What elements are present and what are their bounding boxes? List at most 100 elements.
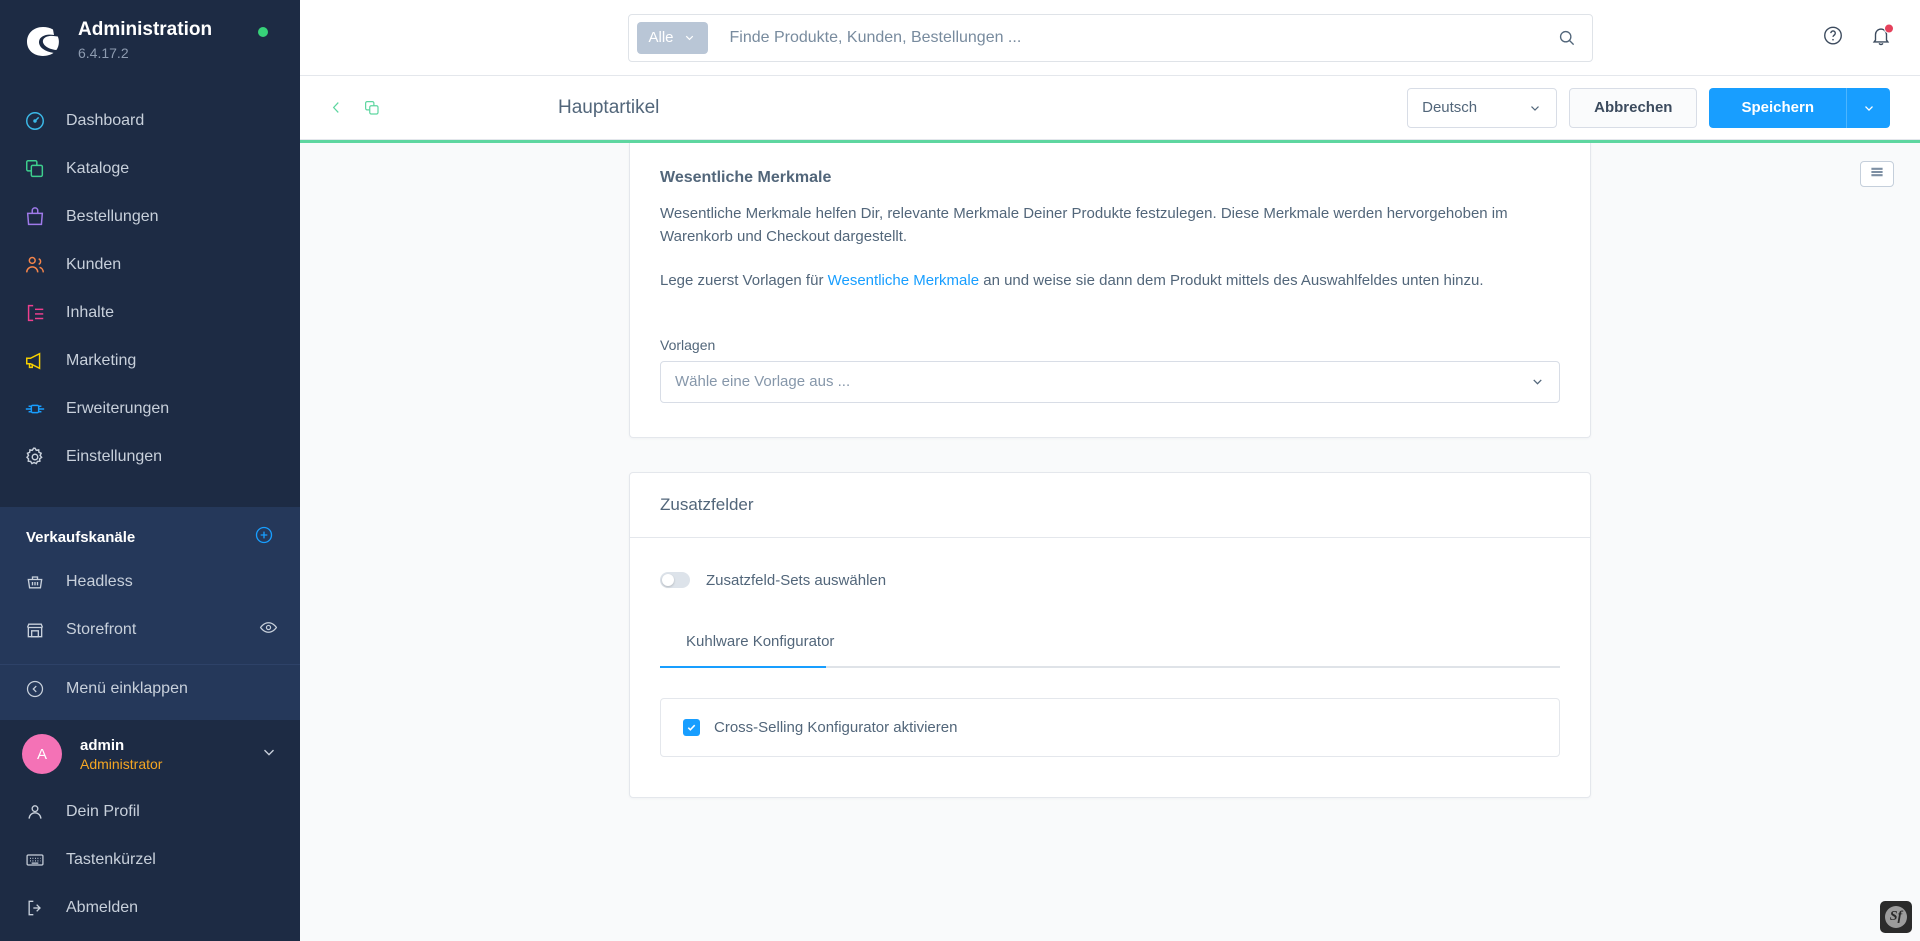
sidebar-item-profile[interactable]: Dein Profil [0, 788, 300, 836]
chevron-down-icon [685, 35, 693, 41]
essential-card-paragraph-1: Wesentliche Merkmale helfen Dir, relevan… [660, 205, 1508, 245]
sidebar-collapse-menu[interactable]: Menü einklappen [0, 665, 300, 713]
catalog-icon [22, 156, 48, 182]
chevron-down-icon [1864, 105, 1873, 111]
brand-title: Administration [78, 19, 213, 40]
plus-circle-icon[interactable] [254, 525, 274, 550]
custom-fields-title: Zusatzfelder [660, 494, 754, 514]
keyboard-icon [22, 847, 48, 873]
page-content: Wesentliche Merkmale Wesentliche Merkmal… [300, 143, 1920, 941]
sidebar-item-marketing[interactable]: Marketing [0, 337, 300, 385]
tab-kuhlware-konfigurator[interactable]: Kuhlware Konfigurator [660, 633, 860, 666]
cancel-button[interactable]: Abbrechen [1569, 87, 1698, 128]
logout-icon [22, 895, 48, 921]
sidebar-item-storefront[interactable]: Storefront [0, 606, 300, 654]
sidebar-nav: Dashboard Kataloge Bestellungen Kunden I… [0, 77, 300, 481]
list-icon [1869, 165, 1885, 183]
templates-field-label: Vorlagen [660, 336, 716, 353]
sidebar-item-kunden[interactable]: Kunden [0, 241, 300, 289]
page-header-nav [328, 99, 381, 117]
language-select-value: Deutsch [1422, 99, 1478, 116]
custom-field-sets-row: Zusatzfeld-Sets auswählen [660, 572, 1560, 589]
custom-fields-body: Zusatzfeld-Sets auswählen Kuhlware Konfi… [630, 538, 1590, 797]
search-icon[interactable] [1549, 28, 1584, 47]
eye-icon[interactable] [259, 618, 278, 642]
gear-icon [22, 444, 48, 470]
sidebar-item-dashboard[interactable]: Dashboard [0, 97, 300, 145]
notification-badge [1884, 23, 1894, 33]
sidebar-item-label: Inhalte [66, 304, 115, 322]
sidebar-item-erweiterungen[interactable]: Erweiterungen [0, 385, 300, 433]
templates-field: Vorlagen Wähle eine Vorlage aus ... [660, 337, 1560, 403]
chevron-down-icon[interactable] [260, 743, 278, 766]
search-box[interactable]: Alle [627, 13, 1593, 62]
help-circle-icon[interactable] [1822, 24, 1844, 51]
essential-characteristics-card: Wesentliche Merkmale Wesentliche Merkmal… [629, 143, 1591, 438]
search-scope-label: Alle [648, 29, 674, 46]
sidebar-item-headless[interactable]: Headless [0, 558, 300, 606]
save-options-button[interactable] [1846, 87, 1890, 128]
brand-version: 6.4.17.2 [78, 44, 129, 61]
page-header: Hauptartikel Deutsch Abbrechen Speichern [300, 76, 1920, 140]
sidebar-item-label: Headless [66, 573, 133, 591]
side-panel-toggle[interactable] [1860, 161, 1894, 187]
sidebar-item-bestellungen[interactable]: Bestellungen [0, 193, 300, 241]
sidebar-item-label: Marketing [66, 352, 137, 370]
custom-field-sets-toggle[interactable] [660, 572, 690, 588]
megaphone-icon [22, 348, 48, 374]
search-input[interactable] [707, 14, 1549, 61]
global-topbar: Alle [300, 0, 1920, 76]
custom-fields-card: Zusatzfelder Zusatzfeld-Sets auswählen K… [629, 471, 1591, 798]
custom-field-sets-label: Zusatzfeld-Sets auswählen [706, 571, 887, 589]
content-icon [22, 300, 48, 326]
sidebar-item-shortcuts[interactable]: Tastenkürzel [0, 836, 300, 884]
sidebar-item-label: Storefront [66, 621, 137, 639]
essential-paragraph2-pre: Lege zuerst Vorlagen für [660, 272, 828, 289]
user-role: Administrator [80, 756, 163, 772]
bell-icon[interactable] [1870, 23, 1894, 51]
sidebar-item-inhalte[interactable]: Inhalte [0, 289, 300, 337]
sidebar-item-label: Kunden [66, 256, 122, 274]
sidebar-item-kataloge[interactable]: Kataloge [0, 145, 300, 193]
chevron-down-icon [1533, 379, 1542, 385]
page-header-actions: Deutsch Abbrechen Speichern [1407, 87, 1890, 128]
duplicate-icon[interactable] [363, 99, 381, 117]
page-title: Hauptartikel [558, 96, 660, 118]
chevron-left-circle-icon [22, 676, 48, 702]
chevron-down-icon [1531, 105, 1540, 111]
sidebar-item-label: Bestellungen [66, 208, 159, 226]
essential-paragraph2-post: an und weise sie dann dem Produkt mittel… [979, 272, 1484, 289]
storefront-icon [22, 617, 48, 643]
symfony-icon: Sf [1885, 906, 1907, 928]
chevron-left-icon[interactable] [328, 99, 345, 116]
save-button[interactable]: Speichern [1709, 87, 1846, 128]
essential-merkmale-link[interactable]: Wesentliche Merkmale [828, 272, 979, 289]
language-select[interactable]: Deutsch [1407, 87, 1558, 128]
symfony-profiler-badge[interactable]: Sf [1880, 901, 1912, 933]
sidebar-item-einstellungen[interactable]: Einstellungen [0, 433, 300, 481]
speedometer-icon [22, 108, 48, 134]
cross-selling-checkbox-row[interactable]: Cross-Selling Konfigurator aktivieren [660, 697, 1560, 757]
essential-card-paragraph-2: Lege zuerst Vorlagen für Wesentliche Mer… [660, 270, 1550, 293]
search-scope-dropdown[interactable]: Alle [636, 21, 708, 54]
sidebar-item-logout[interactable]: Abmelden [0, 884, 300, 932]
status-dot [258, 27, 268, 37]
basket-icon [22, 569, 48, 595]
tab-active-indicator [660, 665, 826, 668]
sidebar-user[interactable]: A admin Administrator [0, 719, 300, 789]
essential-card-heading: Wesentliche Merkmale [660, 169, 832, 186]
topbar-actions [1822, 23, 1894, 51]
templates-select-placeholder: Wähle eine Vorlage aus ... [675, 373, 851, 390]
sales-channels-title: Verkaufskanäle [26, 529, 136, 547]
bag-icon [22, 204, 48, 230]
sidebar-item-label: Tastenkürzel [66, 851, 156, 869]
sidebar-brand[interactable]: Administration 6.4.17.2 [0, 0, 300, 77]
templates-select[interactable]: Wähle eine Vorlage aus ... [660, 360, 1560, 403]
avatar: A [22, 734, 62, 775]
sidebar-item-label: Kataloge [66, 160, 130, 178]
sidebar-item-label: Einstellungen [66, 448, 163, 466]
sidebar: Administration 6.4.17.2 Dashboard Katalo… [0, 0, 300, 941]
cross-selling-checkbox[interactable] [683, 718, 700, 736]
sidebar-collapse-label: Menü einklappen [66, 680, 188, 698]
essential-card-body: Wesentliche Merkmale Wesentliche Merkmal… [630, 143, 1590, 437]
